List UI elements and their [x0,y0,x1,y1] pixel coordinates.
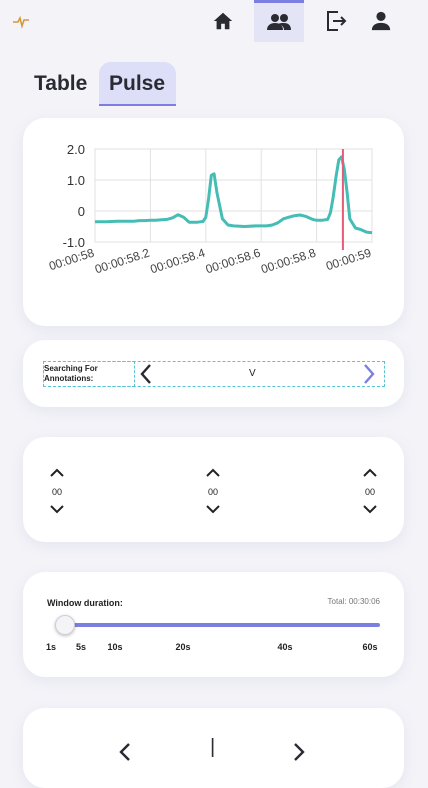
tab-table[interactable]: Table [34,62,87,106]
chevron-down-icon[interactable] [205,504,221,514]
x-tick-label: 00:00:59 [324,245,373,273]
chevron-up-icon[interactable] [49,468,65,478]
annotation-type-value[interactable]: V [249,368,256,379]
total-duration: Total: 00:30:06 [327,597,380,606]
logout-icon [327,11,347,31]
nav-separator: | [210,736,216,758]
person-icon [371,11,391,31]
chevron-up-icon[interactable] [362,468,378,478]
duration-tick-label: 10s [107,642,123,652]
duration-slider-thumb[interactable] [55,615,75,635]
people-icon [267,13,291,30]
annotation-search-label: Searching For Annotations: [44,364,98,383]
tab-pulse[interactable]: Pulse [99,62,176,106]
duration-tick-label: 1s [45,642,57,652]
hours-stepper: 00 [42,465,72,519]
minutes-stepper: 00 [198,465,228,519]
plot-frame [94,148,373,243]
x-tick-label: 00:00:58.6 [204,245,263,276]
playback-nav-card: | [23,708,404,788]
chevron-down-icon[interactable] [49,504,65,514]
duration-tick-label: 5s [75,642,87,652]
window-duration-label: Window duration: [47,598,123,608]
pulse-chart: 2.01.00-1.000:00:5800:00:58.200:00:58.40… [47,142,373,276]
pulse-logo-icon [13,15,29,29]
home-nav-button[interactable] [198,0,248,42]
seconds-value: 00 [364,487,375,497]
previous-page-button[interactable] [117,742,133,762]
people-nav-button[interactable] [254,0,304,42]
duration-tick-label: 20s [175,642,191,652]
home-icon [213,12,233,30]
previous-annotation-button[interactable] [136,361,156,387]
profile-nav-button[interactable] [356,0,406,42]
pulse-chart-card: 2.0 1.0 0 -1.0 00:00:58 00:00:58.2 00:00:58.4 0… [23,118,404,326]
next-page-button[interactable] [291,742,307,762]
window-duration-card: Window duration: Total: 00:30:06 1s 5s 10s… [23,572,404,677]
x-tick-label: 00:00:58.4 [148,245,207,276]
top-nav-bar [0,0,428,44]
hours-value: 00 [51,487,62,497]
y-tick-label: 1.0 [67,173,85,188]
pulse-series-line [95,155,373,235]
chevron-down-icon[interactable] [362,504,378,514]
annotation-search-card: Searching For Annotations: V [23,340,404,407]
duration-slider-track[interactable] [55,623,380,627]
next-annotation-button[interactable] [359,361,379,387]
x-tick-label: 00:00:58.2 [93,245,152,276]
chevron-up-icon[interactable] [205,468,221,478]
logout-nav-button[interactable] [311,0,361,42]
x-tick-label: 00:00:58.8 [259,245,318,276]
duration-tick-label: 40s [277,642,293,652]
duration-tick-label: 60s [362,642,378,652]
y-tick-label: 0 [78,204,85,219]
time-stepper-card: 00 00 00 [23,437,404,542]
y-tick-label: 2.0 [67,142,85,157]
seconds-stepper: 00 [355,465,385,519]
minutes-value: 00 [207,487,218,497]
